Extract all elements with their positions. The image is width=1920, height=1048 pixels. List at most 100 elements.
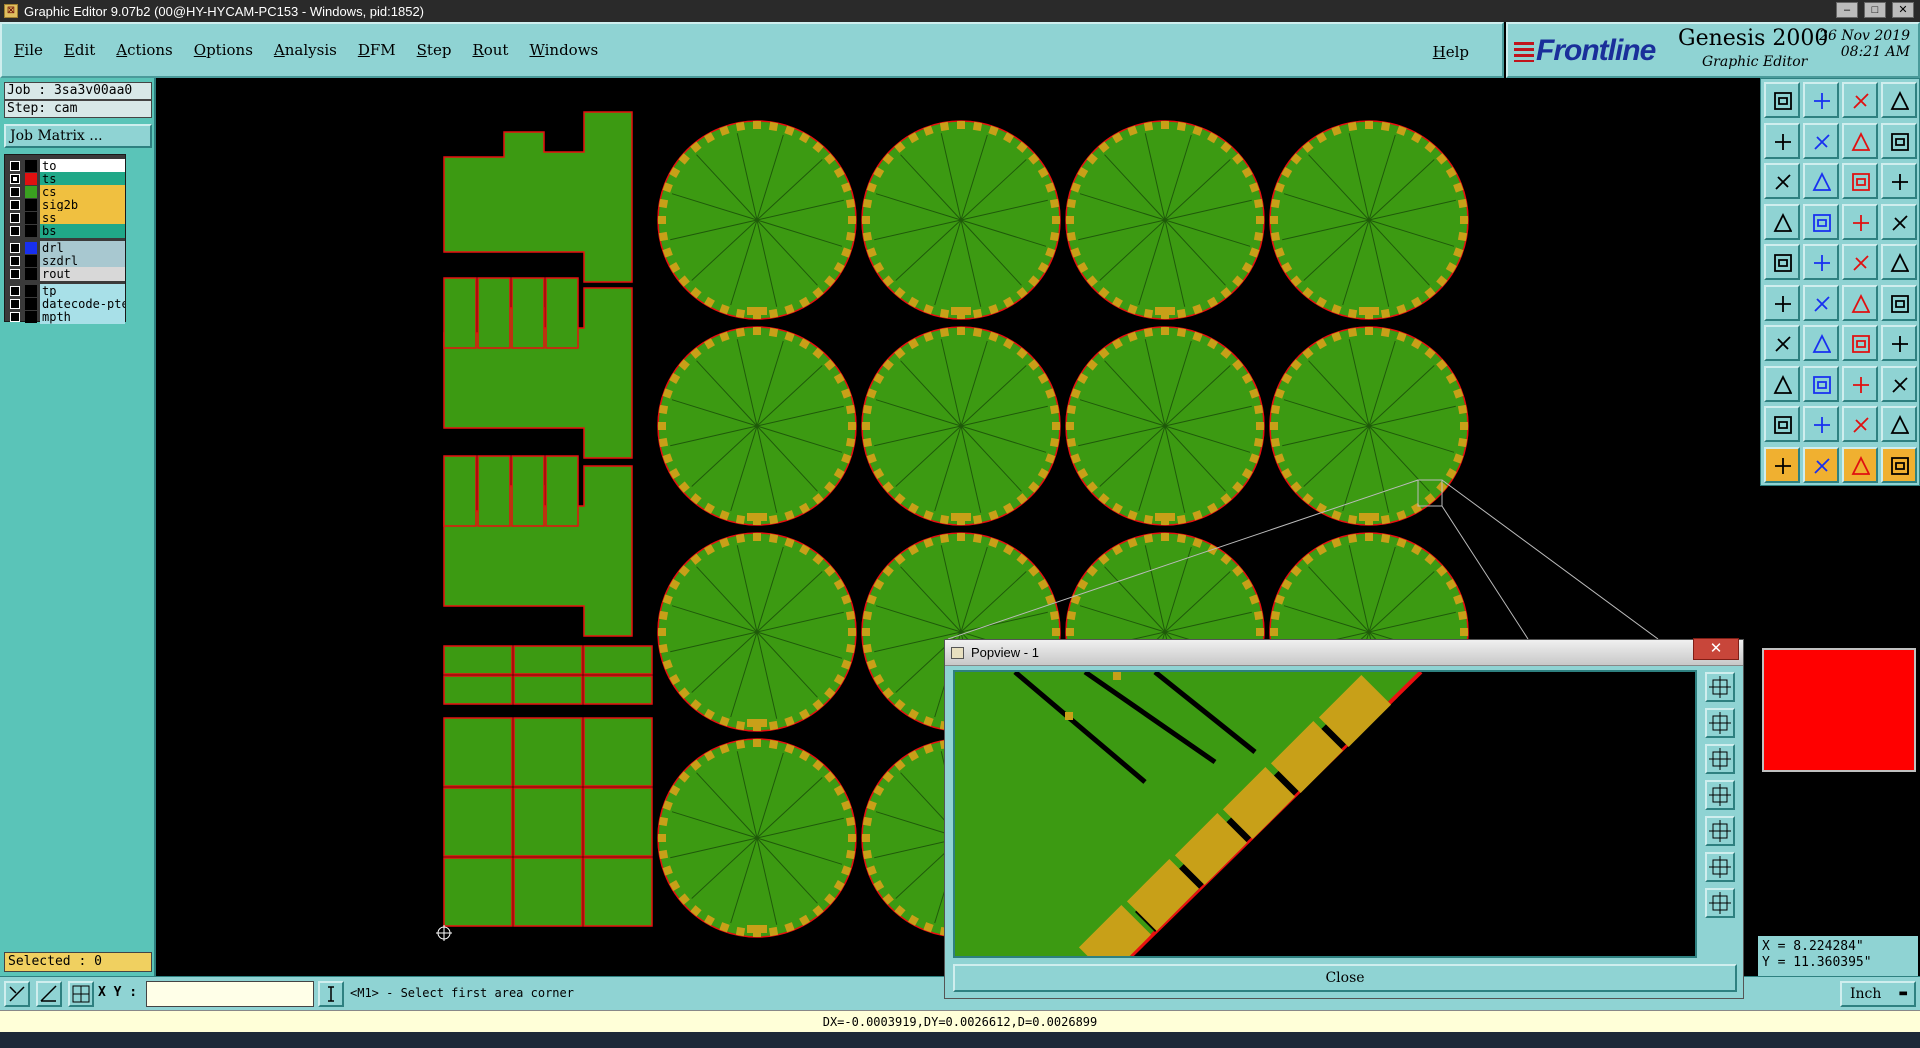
route-tool-button[interactable]	[1881, 446, 1917, 483]
net-tool-button[interactable]	[1764, 365, 1800, 402]
layer-row-tp[interactable]: tp	[7, 284, 125, 298]
clip-tool-button[interactable]	[1764, 203, 1800, 240]
layer-name[interactable]: bs	[40, 224, 125, 238]
layer-name[interactable]: rout	[40, 267, 125, 281]
overview-window[interactable]	[1762, 648, 1916, 772]
popview-drawing[interactable]	[955, 672, 1695, 956]
layer-name[interactable]: sig2b	[40, 198, 125, 212]
menu-actions[interactable]: Actions	[114, 39, 174, 61]
layer-row-cs[interactable]: cs	[7, 185, 125, 199]
measure-button[interactable]	[36, 981, 62, 1007]
add-pad-tool-button[interactable]	[1764, 244, 1800, 280]
layer-row-datecode-pte[interactable]: datecode-pte	[7, 297, 125, 311]
copy-tool-button[interactable]	[1881, 284, 1917, 321]
layer-row-drl[interactable]: drl	[7, 241, 125, 255]
layers-tool-button[interactable]	[1842, 203, 1878, 240]
menu-options[interactable]: Options	[192, 39, 255, 61]
text-cursor-button[interactable]	[318, 981, 344, 1007]
job-matrix-button[interactable]: Job Matrix ...	[4, 124, 152, 148]
layer-name[interactable]: tp	[40, 284, 125, 298]
xy-input[interactable]	[146, 981, 314, 1007]
minimize-button[interactable]: –	[1836, 2, 1858, 18]
redraw-tool-button[interactable]	[1881, 122, 1917, 159]
zoom-center-tool-button[interactable]	[1803, 163, 1839, 199]
triangle-tool-button[interactable]	[1764, 406, 1800, 442]
arch-tool-button[interactable]	[1842, 406, 1878, 442]
step-down-tool-button[interactable]	[1803, 82, 1839, 118]
circle-tool-button[interactable]	[1881, 244, 1917, 280]
layer-row-to[interactable]: to	[7, 159, 125, 173]
help-query-tool-button[interactable]	[1881, 163, 1917, 199]
distance-tool-button[interactable]	[1842, 365, 1878, 402]
layer-name[interactable]: drl	[40, 241, 125, 255]
menu-analysis[interactable]: Analysis	[272, 39, 339, 61]
layer-checkbox[interactable]	[10, 200, 20, 210]
grid-button[interactable]	[68, 981, 94, 1007]
layer-name[interactable]: to	[40, 159, 125, 173]
snap-button[interactable]	[4, 981, 30, 1007]
layer-name[interactable]: szdrl	[40, 254, 125, 268]
layer-row-bs[interactable]: bs	[7, 224, 125, 238]
select-tool-button[interactable]	[1803, 446, 1839, 483]
layer-row-ss[interactable]: ss	[7, 211, 125, 225]
popview-close-button[interactable]: Close	[953, 964, 1737, 992]
layer-checkbox[interactable]	[10, 286, 20, 296]
menu-file[interactable]: File	[12, 39, 45, 61]
layer-row-mpth[interactable]: mpth	[7, 310, 125, 324]
layer-checkbox[interactable]	[10, 161, 20, 171]
layer-checkbox[interactable]	[10, 312, 20, 322]
zoom-fit-tool-button[interactable]	[1764, 163, 1800, 199]
slash-tool-button[interactable]	[1803, 325, 1839, 361]
popview-titlebar[interactable]: Popview - 1	[945, 640, 1743, 666]
popview-zoom-out-button[interactable]	[1705, 744, 1735, 774]
layer-name[interactable]: datecode-pte	[40, 297, 125, 311]
layer-row-szdrl[interactable]: szdrl	[7, 254, 125, 268]
popview-pan-left-button[interactable]	[1705, 780, 1735, 810]
delete-tool-button[interactable]	[1803, 284, 1839, 321]
pan-right-tool-button[interactable]	[1803, 122, 1839, 159]
layer-checkbox[interactable]	[10, 213, 20, 223]
menu-step[interactable]: Step	[415, 39, 454, 61]
menu-windows[interactable]: Windows	[527, 39, 600, 61]
layer-checkbox[interactable]	[10, 226, 20, 236]
popview-canvas[interactable]	[953, 670, 1697, 958]
zoom-window-tool-button[interactable]	[1842, 122, 1878, 159]
layer-checkbox[interactable]	[10, 299, 20, 309]
move-tool-button[interactable]	[1842, 284, 1878, 321]
popview-zoom-window-button[interactable]	[1705, 672, 1735, 702]
menu-dfm[interactable]: DFM	[356, 39, 398, 61]
units-select[interactable]: Inch	[1840, 981, 1916, 1007]
ruler-tool-button[interactable]	[1842, 244, 1878, 280]
layer-checkbox[interactable]	[10, 174, 20, 184]
pan-left-tool-button[interactable]	[1764, 122, 1800, 159]
popview-zoom-in-button[interactable]	[1705, 708, 1735, 738]
arc-tool-button[interactable]	[1842, 325, 1878, 361]
layer-name[interactable]: ss	[40, 211, 125, 225]
filter-tool-button[interactable]	[1881, 325, 1917, 361]
popview-pan-right-button[interactable]	[1705, 816, 1735, 846]
bar-tool-button[interactable]	[1803, 365, 1839, 402]
grid-toggle-tool-button[interactable]	[1803, 203, 1839, 240]
layer-checkbox[interactable]	[10, 243, 20, 253]
menu-help[interactable]: Help	[1431, 41, 1471, 63]
line-tool-button[interactable]	[1764, 325, 1800, 361]
home-tool-button[interactable]	[1842, 82, 1878, 118]
close-window-button[interactable]: ✕	[1892, 2, 1914, 18]
connect-tool-button[interactable]	[1764, 284, 1800, 321]
group-tool-button[interactable]	[1881, 365, 1917, 402]
layer-checkbox[interactable]	[10, 187, 20, 197]
popview-close-x-button[interactable]: ✕	[1693, 638, 1739, 660]
shape-tool-button[interactable]	[1803, 244, 1839, 280]
menu-edit[interactable]: Edit	[62, 39, 97, 61]
layer-name[interactable]: mpth	[40, 310, 125, 324]
pointer-tool-button[interactable]	[1764, 446, 1800, 483]
layer-checkbox[interactable]	[10, 269, 20, 279]
popview-fit-button[interactable]	[1705, 852, 1735, 882]
layer-row-sig2b[interactable]: sig2b	[7, 198, 125, 212]
popview-center-button[interactable]	[1705, 888, 1735, 918]
layout-tool-button[interactable]	[1881, 82, 1917, 118]
layer-name[interactable]: ts	[40, 172, 125, 186]
scale-1to2-tool-button[interactable]	[1842, 163, 1878, 199]
polygon-tool-button[interactable]	[1803, 406, 1839, 442]
layer-name[interactable]: cs	[40, 185, 125, 199]
